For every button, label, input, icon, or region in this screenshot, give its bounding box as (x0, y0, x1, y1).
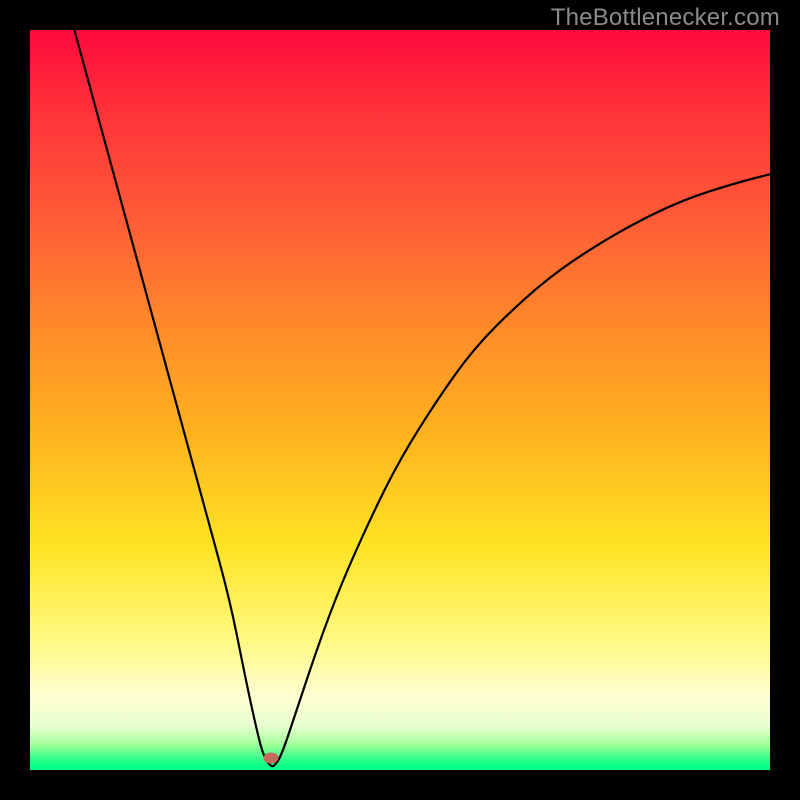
optimum-marker (263, 753, 278, 764)
curve-path (74, 30, 770, 766)
attribution-label: TheBottlenecker.com (551, 4, 780, 32)
plot-area (30, 30, 770, 770)
chart-frame: TheBottlenecker.com (0, 0, 800, 800)
bottleneck-curve (30, 30, 770, 770)
